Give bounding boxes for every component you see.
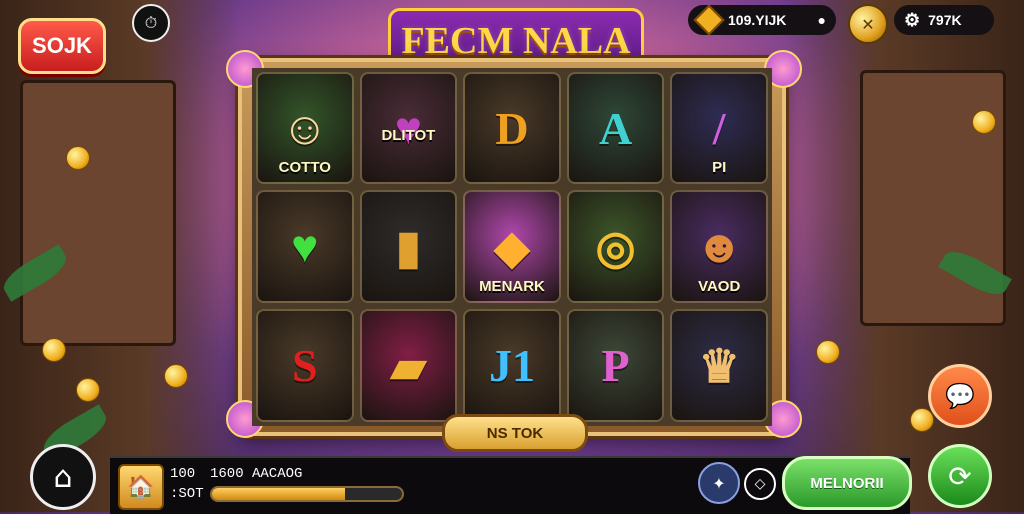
progress-fill xyxy=(212,488,345,500)
reel-symbol: A xyxy=(566,72,665,184)
network-icon: ✦ xyxy=(712,473,726,493)
coin-decoration xyxy=(42,338,66,362)
symbol-label: MENARK xyxy=(479,278,545,295)
symbol-glyph: A xyxy=(598,102,633,154)
reel-symbol: / PI xyxy=(670,72,768,184)
chat-button[interactable]: 💬 xyxy=(928,364,992,428)
home-icon: ⌂ xyxy=(53,459,73,495)
symbol-glyph: D xyxy=(495,102,529,154)
reel-symbol: ◎ xyxy=(566,190,665,303)
reel-symbol: ▰ xyxy=(359,309,458,422)
reel-symbol: ☺ COTTO xyxy=(256,72,354,184)
symbol-glyph: ◎ xyxy=(595,221,636,273)
coin-decoration xyxy=(164,364,188,388)
reel-symbol: ◆ MENARK xyxy=(463,190,561,303)
symbol-glyph: ♥ xyxy=(291,221,319,272)
symbol-glyph: ♛ xyxy=(698,340,740,392)
symbol-glyph: ▰ xyxy=(390,340,427,392)
coin-decoration xyxy=(816,340,840,364)
balance-pill[interactable]: ⚙ 797K xyxy=(894,5,994,35)
gear-icon: ⚙ xyxy=(904,9,921,30)
symbol-label: VAOD xyxy=(698,278,741,295)
reel-symbol: ♥ DLITOT xyxy=(359,72,458,184)
gem-icon xyxy=(693,4,725,36)
reel-symbol: ☻ VAOD xyxy=(670,190,768,303)
reel-symbol: D xyxy=(463,72,561,184)
spin-label-button[interactable]: NS TOK xyxy=(442,414,588,452)
info-icon: ● xyxy=(817,12,826,28)
currency-pill[interactable]: 109.YIJK ● xyxy=(688,4,836,36)
stat-label-top: 100 xyxy=(170,466,196,482)
stat-value-top: 1600 AACAOG xyxy=(210,466,303,482)
reel-symbol: ▮ xyxy=(359,190,458,303)
refresh-button[interactable]: ⟳ xyxy=(928,444,992,508)
coin-decoration xyxy=(66,146,90,170)
chat-bubble-icon: 💬 xyxy=(945,382,975,410)
symbol-glyph: S xyxy=(292,340,318,391)
symbol-label: COTTO xyxy=(278,159,331,176)
house-icon: 🏠 xyxy=(127,474,155,500)
stat-label-bottom: :SOT xyxy=(170,486,204,502)
game-logo[interactable]: SOJK xyxy=(18,18,106,74)
reel-symbol: S xyxy=(256,309,354,422)
symbol-label: PI xyxy=(712,159,727,176)
home-button[interactable]: ⌂ xyxy=(30,444,96,510)
coin-icon: ✕ xyxy=(861,14,875,34)
symbol-glyph: / xyxy=(712,102,726,154)
location-button[interactable]: ◇ xyxy=(744,468,776,500)
reel-symbol: J1 xyxy=(463,309,561,422)
refresh-icon: ⟳ xyxy=(948,459,972,493)
pin-icon: ◇ xyxy=(754,476,766,492)
progress-bar xyxy=(210,486,404,502)
lobby-button[interactable]: 🏠 xyxy=(118,464,164,510)
coin-button[interactable]: ✕ xyxy=(848,4,888,44)
reel-symbol: ♥ xyxy=(256,190,354,303)
reel-symbol: ♛ xyxy=(670,309,768,422)
reel-symbol: P xyxy=(566,309,665,422)
reels-grid[interactable]: ☺ COTTO ♥ DLITOT D A / PI ♥ ▮ ◆ MENARK ◎ ☻ VAOD S ▰ J1 P ♛ xyxy=(252,68,772,426)
timer-button[interactable]: ⏱ xyxy=(132,4,170,42)
coin-decoration xyxy=(972,110,996,134)
symbol-glyph: J1 xyxy=(488,340,535,391)
currency-value: 109.YIJK xyxy=(728,12,787,28)
symbol-text: DLITOT xyxy=(381,127,436,144)
coin-decoration xyxy=(910,408,934,432)
cta-button[interactable]: MELNORII xyxy=(782,456,912,510)
symbol-glyph: ☺ xyxy=(281,102,329,154)
network-button[interactable]: ✦ xyxy=(698,462,740,504)
symbol-glyph: ☻ xyxy=(694,221,744,272)
symbol-glyph: ▮ xyxy=(395,221,422,273)
stopwatch-icon: ⏱ xyxy=(144,13,158,32)
hut-left xyxy=(20,80,176,346)
coin-decoration xyxy=(76,378,100,402)
symbol-glyph: P xyxy=(601,340,630,391)
balance-value: 797K xyxy=(928,12,962,28)
symbol-glyph: ◆ xyxy=(494,221,530,273)
